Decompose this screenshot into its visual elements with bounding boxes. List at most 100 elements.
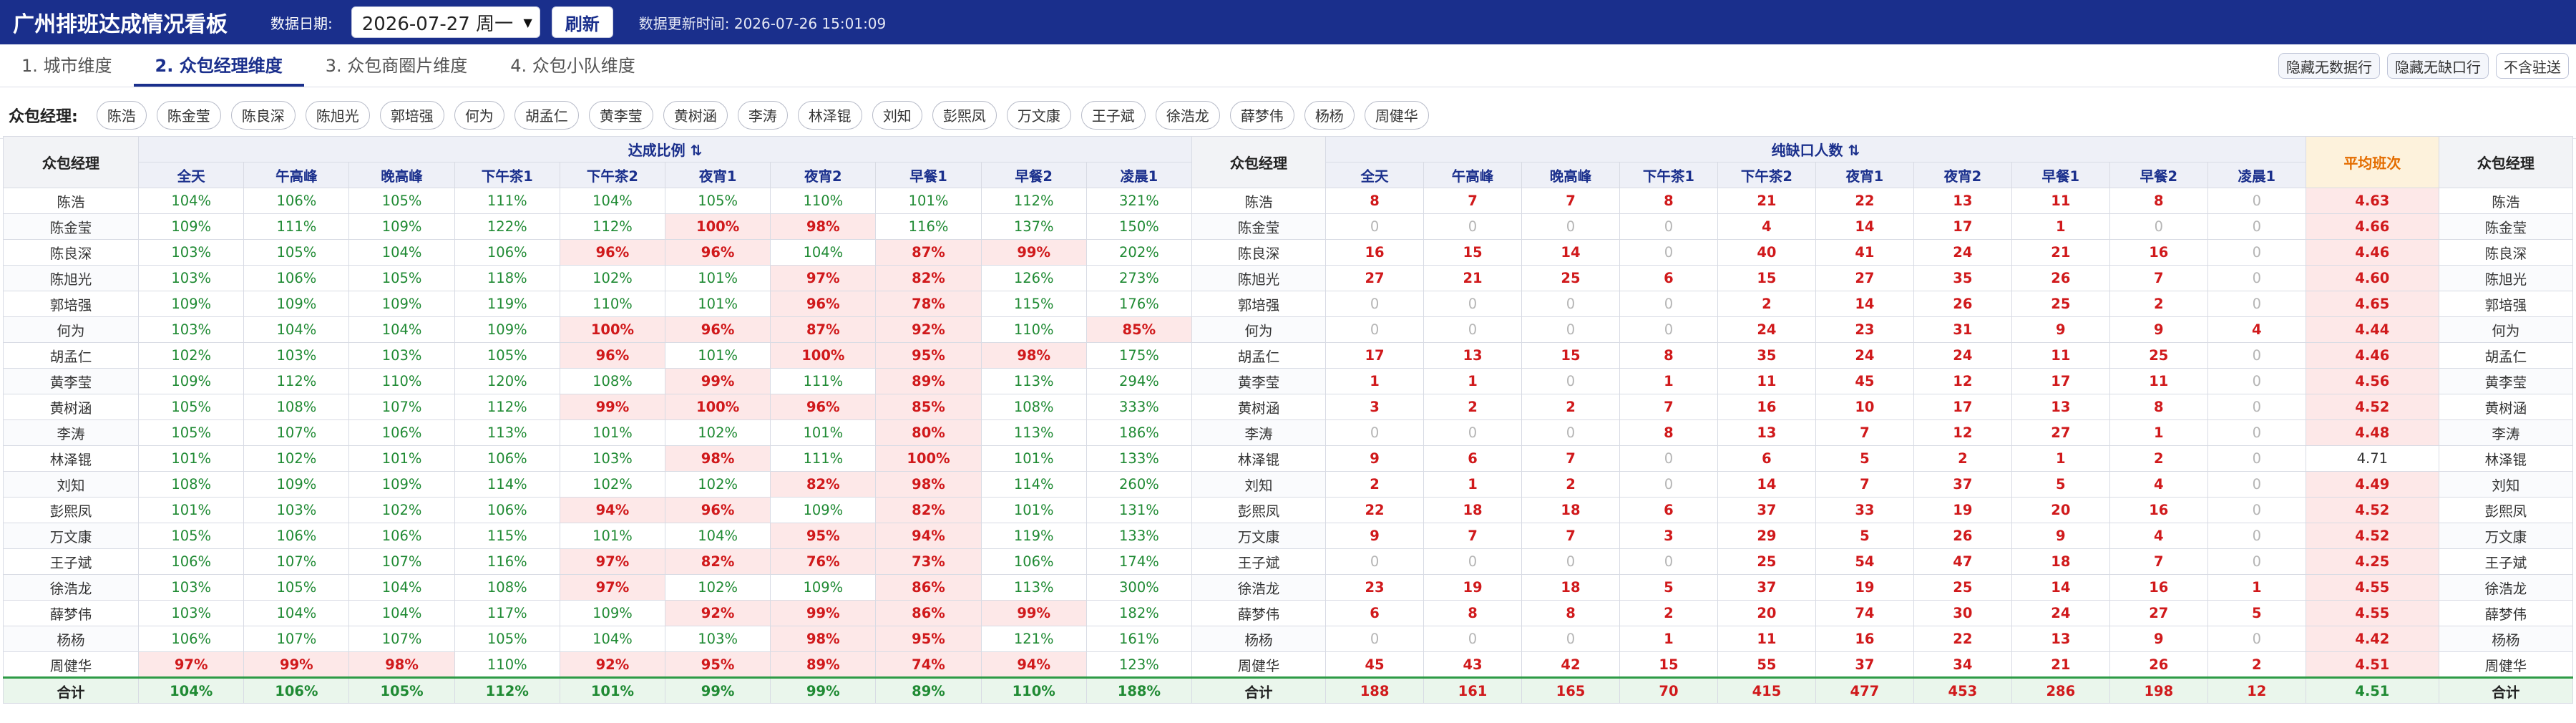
table-row: 黄李莹 109% 112% 110% 120% 108% 99% 111% 89% 113% 294… — [2, 368, 2574, 394]
shortage-cell: 9 — [2109, 626, 2208, 652]
shortage-cell: 11 — [2011, 188, 2110, 214]
ratio-cell: 133% — [1085, 523, 1193, 549]
shortage-cell: 24 — [1913, 239, 2012, 266]
manager-name: 万文康 — [2438, 523, 2574, 549]
ratio-cell: 121% — [980, 626, 1087, 652]
manager-name: 合计 — [2438, 676, 2574, 704]
manager-chip[interactable]: 万文康 — [1006, 100, 1071, 130]
shortage-cell: 26 — [2109, 651, 2208, 678]
shortage-cell: 17 — [1913, 394, 2012, 420]
manager-chip[interactable]: 彭熙凤 — [932, 100, 997, 130]
ratio-cell: 106% — [243, 676, 350, 704]
manager-chip[interactable]: 陈浩 — [96, 100, 147, 130]
shortage-cell: 2 — [1619, 600, 1718, 626]
header-period: 下午茶2 — [559, 162, 666, 188]
shortage-cell: 0 — [1521, 291, 1620, 317]
table-row: 王子斌 106% 107% 107% 116% 97% 82% 76% 73% 106% 174% 王… — [2, 548, 2574, 575]
refresh-button[interactable]: 刷新 — [551, 6, 613, 38]
shortage-cell: 26 — [2011, 265, 2110, 291]
shortage-cell: 11 — [1717, 626, 1816, 652]
ratio-cell: 101% — [559, 523, 666, 549]
table-row: 黄树涵 105% 108% 107% 112% 99% 100% 96% 85% 108% 333%… — [2, 394, 2574, 420]
ratio-cell: 110% — [454, 651, 560, 678]
manager-chip[interactable]: 胡孟仁 — [514, 100, 579, 130]
ratio-cell: 97% — [559, 548, 666, 575]
ratio-cell: 110% — [348, 368, 455, 394]
manager-chip[interactable]: 陈旭光 — [305, 100, 370, 130]
shortage-cell: 5 — [2207, 600, 2306, 626]
chevron-down-icon: ▼ — [523, 15, 532, 29]
shortage-cell: 0 — [2207, 419, 2306, 446]
manager-chip[interactable]: 黄李莹 — [588, 100, 653, 130]
shortage-cell: 42 — [1521, 651, 1620, 678]
toggle-2[interactable]: 隐藏无缺口行 — [2387, 53, 2489, 79]
shortage-cell: 25 — [1913, 574, 2012, 601]
shortage-cell: 15 — [1521, 342, 1620, 369]
manager-chip[interactable]: 陈良深 — [230, 100, 296, 130]
ratio-cell: 106% — [138, 626, 245, 652]
ratio-cell: 101% — [138, 497, 245, 523]
manager-chip[interactable]: 林泽锟 — [797, 100, 862, 130]
ratio-cell: 111% — [770, 368, 877, 394]
app-title: 广州排班达成情况看板 — [13, 12, 228, 37]
ratio-cell: 294% — [1085, 368, 1193, 394]
ratio-cell: 76% — [770, 548, 877, 575]
tab-2[interactable]: 2. 众包经理维度 — [133, 44, 304, 87]
header-period: 夜宵1 — [665, 162, 771, 188]
shortage-cell: 40 — [1717, 239, 1816, 266]
manager-chip[interactable]: 何为 — [454, 100, 504, 130]
ratio-cell: 80% — [875, 419, 982, 446]
shortage-cell: 0 — [2207, 291, 2306, 317]
ratio-cell: 105% — [665, 188, 771, 214]
manager-chip[interactable]: 周健华 — [1364, 100, 1429, 130]
ratio-cell: 273% — [1085, 265, 1193, 291]
header-ratio-group[interactable]: 达成比例 ⇅ — [138, 136, 1193, 162]
ratio-cell: 101% — [559, 419, 666, 446]
date-label: 数据日期: — [270, 14, 333, 32]
manager-chip[interactable]: 王子斌 — [1080, 100, 1146, 130]
ratio-cell: 112% — [243, 368, 350, 394]
ratio-cell: 101% — [665, 342, 771, 369]
manager-chip[interactable]: 郭培强 — [379, 100, 444, 130]
shortage-cell: 0 — [2207, 342, 2306, 369]
manager-chip[interactable]: 陈金莹 — [156, 100, 221, 130]
tab-3[interactable]: 3. 众包商圈片维度 — [304, 44, 489, 87]
shortage-cell: 47 — [1913, 548, 2012, 575]
shortage-cell: 1 — [1619, 626, 1718, 652]
table-row: 陈浩 104% 106% 105% 111% 104% 105% 110% 101% 112% 32… — [2, 188, 2574, 214]
manager-name: 何为 — [1191, 316, 1327, 343]
ratio-cell: 102% — [665, 471, 771, 498]
tab-1[interactable]: 1. 城市维度 — [0, 44, 134, 87]
ratio-cell: 117% — [454, 600, 560, 626]
shortage-cell: 188 — [1325, 676, 1425, 704]
ratio-cell: 110% — [980, 676, 1087, 704]
shortage-cell: 8 — [1423, 600, 1522, 626]
ratio-cell: 107% — [243, 548, 350, 575]
date-select[interactable]: 2026-07-27 周一 ▼ — [351, 6, 540, 38]
toggle-3[interactable]: 不含驻送 — [2496, 53, 2569, 79]
shortage-cell: 6 — [1325, 600, 1425, 626]
shortage-cell: 16 — [1325, 239, 1425, 266]
toggle-1[interactable]: 隐藏无数据行 — [2278, 53, 2380, 79]
avg-shift-cell: 4.66 — [2305, 213, 2439, 240]
ratio-cell: 99% — [770, 676, 877, 704]
ratio-cell: 116% — [454, 548, 560, 575]
tab-4[interactable]: 4. 众包小队维度 — [489, 44, 657, 87]
ratio-cell: 102% — [559, 471, 666, 498]
manager-chip[interactable]: 李涛 — [737, 100, 788, 130]
manager-chip[interactable]: 黄树涵 — [663, 100, 728, 130]
ratio-cell: 106% — [138, 548, 245, 575]
shortage-cell: 9 — [2109, 316, 2208, 343]
manager-chip[interactable]: 杨杨 — [1304, 100, 1355, 130]
manager-chip[interactable]: 刘知 — [872, 100, 922, 130]
manager-chip[interactable]: 薛梦伟 — [1229, 100, 1294, 130]
manager-name: 陈良深 — [1191, 239, 1327, 266]
manager-name: 郭培强 — [2, 291, 140, 317]
header-period: 夜宵2 — [770, 162, 877, 188]
manager-name: 周健华 — [2438, 651, 2574, 678]
ratio-cell: 102% — [243, 445, 350, 472]
header-shortage-group[interactable]: 纯缺口人数 ⇅ — [1325, 136, 2306, 162]
ratio-cell: 119% — [454, 291, 560, 317]
manager-chip[interactable]: 徐浩龙 — [1155, 100, 1220, 130]
ratio-cell: 101% — [138, 445, 245, 472]
